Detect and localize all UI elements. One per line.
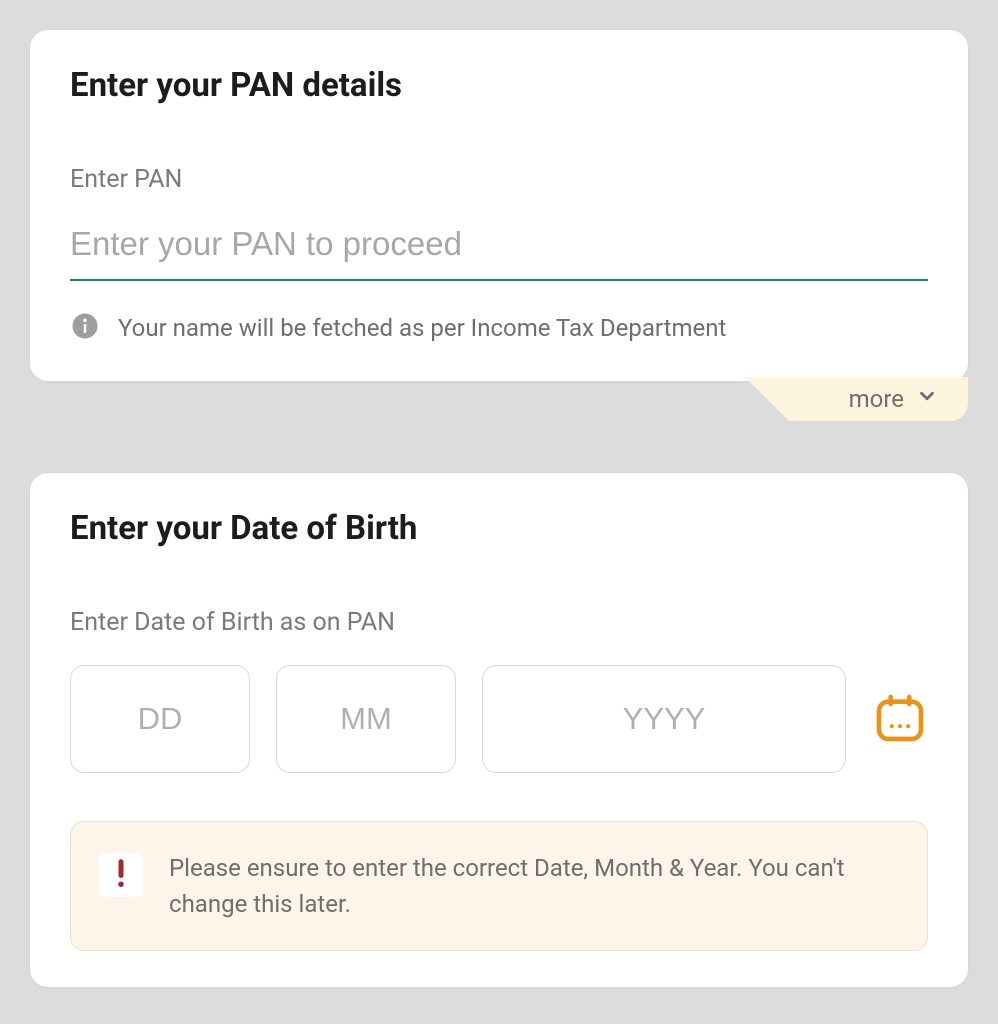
calendar-icon [872, 734, 928, 749]
more-button[interactable]: more [789, 377, 968, 421]
pan-card-wrapper: Enter your PAN details Enter PAN Your na… [30, 30, 968, 423]
calendar-picker-button[interactable] [872, 690, 928, 749]
warning-icon-box [99, 853, 143, 897]
dob-field-label: Enter Date of Birth as on PAN [70, 608, 928, 637]
dob-card: Enter your Date of Birth Enter Date of B… [30, 473, 968, 987]
dob-input-row [70, 665, 928, 773]
more-label: more [849, 385, 904, 413]
pan-info-text: Your name will be fetched as per Income … [118, 314, 726, 342]
dob-year-input[interactable] [482, 665, 846, 773]
chevron-down-icon [916, 385, 938, 413]
dob-month-input[interactable] [276, 665, 456, 773]
dob-section-title: Enter your Date of Birth [70, 509, 928, 548]
pan-info-row: Your name will be fetched as per Income … [70, 311, 928, 345]
dob-day-input[interactable] [70, 665, 250, 773]
more-tab-container: more [30, 377, 968, 423]
exclamation-icon [114, 858, 128, 892]
pan-details-card: Enter your PAN details Enter PAN Your na… [30, 30, 968, 381]
pan-field-label: Enter PAN [70, 165, 928, 194]
dob-warning-box: Please ensure to enter the correct Date,… [70, 821, 928, 951]
info-icon [70, 311, 100, 345]
pan-section-title: Enter your PAN details [70, 66, 928, 105]
pan-input[interactable] [70, 219, 928, 281]
dob-warning-text: Please ensure to enter the correct Date,… [169, 850, 899, 922]
